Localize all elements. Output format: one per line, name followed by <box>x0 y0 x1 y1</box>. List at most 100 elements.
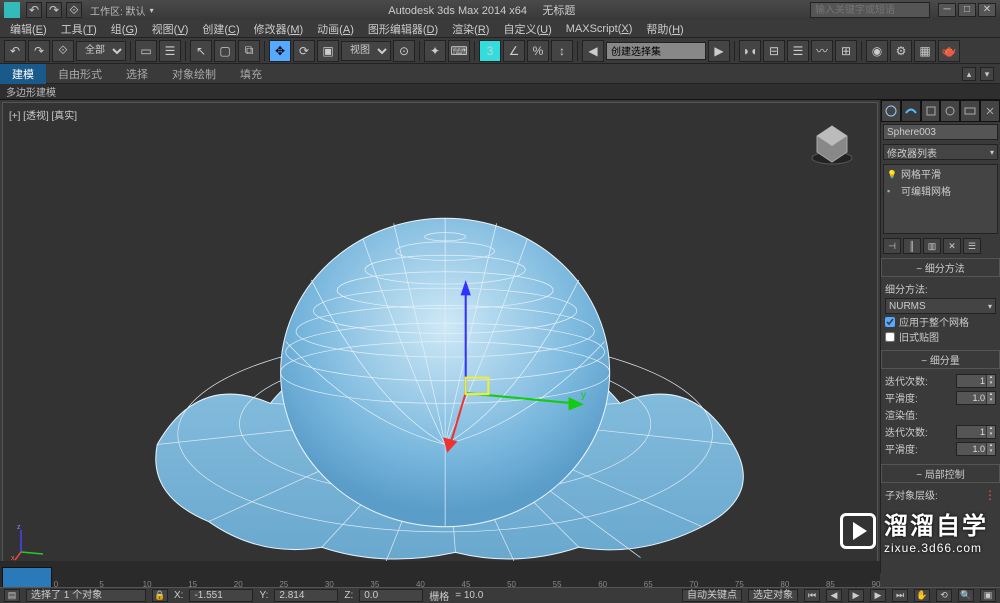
play-prev[interactable]: ◀ <box>826 589 842 602</box>
render-setup-button[interactable]: ⚙ <box>890 40 912 62</box>
object-name-field[interactable]: Sphere003 <box>883 124 998 140</box>
manipulate-button[interactable]: ✦ <box>424 40 446 62</box>
material-editor-button[interactable]: ◉ <box>866 40 888 62</box>
subpanel-polymodel[interactable]: 多边形建模 <box>6 84 56 99</box>
menu-customize[interactable]: 自定义(U) <box>499 21 555 37</box>
qat-link[interactable]: ⟐ <box>66 2 82 18</box>
menu-view[interactable]: 视图(V) <box>148 21 193 37</box>
stack-pin[interactable]: ⊣ <box>883 238 901 254</box>
modifier-list-dropdown[interactable]: 修改器列表▾ <box>883 144 998 160</box>
coord-z[interactable]: 0.0 <box>359 589 423 602</box>
old-map-checkbox[interactable] <box>885 332 895 342</box>
tab-objpaint[interactable]: 对象绘制 <box>160 64 228 84</box>
render-smoothness-spinner[interactable]: 1.0▴▾ <box>956 442 996 456</box>
viewport-label[interactable]: [+] [透视] [真实] <box>9 107 77 122</box>
select-name[interactable]: ☰ <box>159 40 181 62</box>
rollout-local-control[interactable]: 局部控制 <box>881 464 1000 483</box>
stack-unique[interactable]: ▥ <box>923 238 941 254</box>
time-slider[interactable]: 051015202530354045505560657075808590 <box>0 561 880 589</box>
keyboard-shortcut[interactable]: ⌨ <box>448 40 470 62</box>
play-end[interactable]: ⏭ <box>892 589 908 602</box>
ribbon-menu[interactable]: ▾ <box>980 67 994 81</box>
redo-button[interactable]: ↷ <box>28 40 50 62</box>
select-arrow[interactable]: ↖ <box>190 40 212 62</box>
lock-selection[interactable]: 🔒 <box>152 589 168 602</box>
named-sel-next[interactable]: ▶ <box>708 40 730 62</box>
undo-button[interactable]: ↶ <box>4 40 26 62</box>
tab-modeling[interactable]: 建模 <box>0 64 46 84</box>
qat-redo[interactable]: ↷ <box>46 2 62 18</box>
stack-showend[interactable]: ║ <box>903 238 921 254</box>
method-dropdown[interactable]: NURMS▾ <box>885 298 996 314</box>
nav-zoom[interactable]: 🔍 <box>958 589 974 602</box>
stack-configure[interactable]: ☰ <box>963 238 981 254</box>
pivot-button[interactable]: ⊙ <box>393 40 415 62</box>
named-sel-prev[interactable]: ◀ <box>582 40 604 62</box>
subobj-vertex-icon[interactable]: ⋮ <box>984 488 996 502</box>
menu-render[interactable]: 渲染(R) <box>448 21 493 37</box>
menu-tools[interactable]: 工具(T) <box>57 21 101 37</box>
window-crossing[interactable]: ⧉ <box>238 40 260 62</box>
layers-button[interactable]: ☰ <box>787 40 809 62</box>
autokey-button[interactable]: 自动关键点 <box>682 589 742 602</box>
play-toggle[interactable]: ▶ <box>848 589 864 602</box>
apply-mesh-checkbox[interactable] <box>885 317 895 327</box>
select-object[interactable]: ▭ <box>135 40 157 62</box>
named-selection-input[interactable] <box>606 42 706 60</box>
render-iterations-spinner[interactable]: 1▴▾ <box>956 425 996 439</box>
menu-edit[interactable]: 编辑(E) <box>6 21 51 37</box>
rotate-button[interactable]: ⟳ <box>293 40 315 62</box>
bulb-icon[interactable] <box>887 169 897 179</box>
panel-display[interactable] <box>960 100 980 122</box>
iterations-spinner[interactable]: 1▴▾ <box>956 374 996 388</box>
panel-hierarchy[interactable] <box>921 100 941 122</box>
align-button[interactable]: ⊟ <box>763 40 785 62</box>
panel-utilities[interactable] <box>980 100 1000 122</box>
rollout-subdiv-amount[interactable]: 细分量 <box>881 350 1000 369</box>
tab-selection[interactable]: 选择 <box>114 64 160 84</box>
nav-max[interactable]: ▣ <box>980 589 996 602</box>
spinner-snap[interactable]: ↕ <box>551 40 573 62</box>
refcoord-dropdown[interactable]: 视图 <box>341 41 391 61</box>
stack-meshsmooth[interactable]: 网格平滑 <box>884 165 997 182</box>
play-next[interactable]: ▶ <box>870 589 886 602</box>
tab-populate[interactable]: 填充 <box>228 64 274 84</box>
render-button[interactable]: 🫖 <box>938 40 960 62</box>
move-button[interactable]: ✥ <box>269 40 291 62</box>
rollout-subdiv-method[interactable]: 细分方法 <box>881 258 1000 277</box>
viewport[interactable]: [+] [透视] [真实] <box>2 102 878 571</box>
angle-snap[interactable]: ∠ <box>503 40 525 62</box>
play-start[interactable]: ⏮ <box>804 589 820 602</box>
curve-editor-button[interactable]: 〰 <box>811 40 833 62</box>
snap-toggle[interactable]: 3 <box>479 40 501 62</box>
modifier-stack[interactable]: 网格平滑 可编辑网格 <box>883 164 998 234</box>
max-button[interactable]: □ <box>958 3 976 17</box>
key-filter[interactable]: 选定对象 <box>748 589 798 602</box>
smoothness-spinner[interactable]: 1.0▴▾ <box>956 391 996 405</box>
menu-graph[interactable]: 图形编辑器(D) <box>364 21 442 37</box>
ribbon-collapse[interactable]: ▴ <box>962 67 976 81</box>
coord-y[interactable]: 2.814 <box>274 589 338 602</box>
menu-modifiers[interactable]: 修改器(M) <box>250 21 308 37</box>
selection-filter[interactable]: 全部 <box>76 41 126 61</box>
menu-group[interactable]: 组(G) <box>107 21 142 37</box>
percent-snap[interactable]: % <box>527 40 549 62</box>
schematic-button[interactable]: ⊞ <box>835 40 857 62</box>
menu-anim[interactable]: 动画(A) <box>313 21 358 37</box>
viewcube[interactable] <box>807 118 857 168</box>
render-frame-button[interactable]: ▦ <box>914 40 936 62</box>
panel-modify[interactable] <box>901 100 921 122</box>
menu-help[interactable]: 帮助(H) <box>642 21 687 37</box>
mirror-button[interactable]: ◗◖ <box>739 40 761 62</box>
coord-x[interactable]: -1.551 <box>189 589 253 602</box>
timeslider-thumb[interactable] <box>2 567 52 589</box>
close-button[interactable]: ✕ <box>978 3 996 17</box>
panel-create[interactable] <box>881 100 901 122</box>
nav-orbit[interactable]: ⟲ <box>936 589 952 602</box>
menu-maxscript[interactable]: MAXScript(X) <box>562 23 637 35</box>
menu-create[interactable]: 创建(C) <box>198 21 243 37</box>
stack-remove[interactable]: ✕ <box>943 238 961 254</box>
link-button[interactable]: ⟐ <box>52 40 74 62</box>
min-button[interactable]: ─ <box>938 3 956 17</box>
nav-pan[interactable]: ✋ <box>914 589 930 602</box>
